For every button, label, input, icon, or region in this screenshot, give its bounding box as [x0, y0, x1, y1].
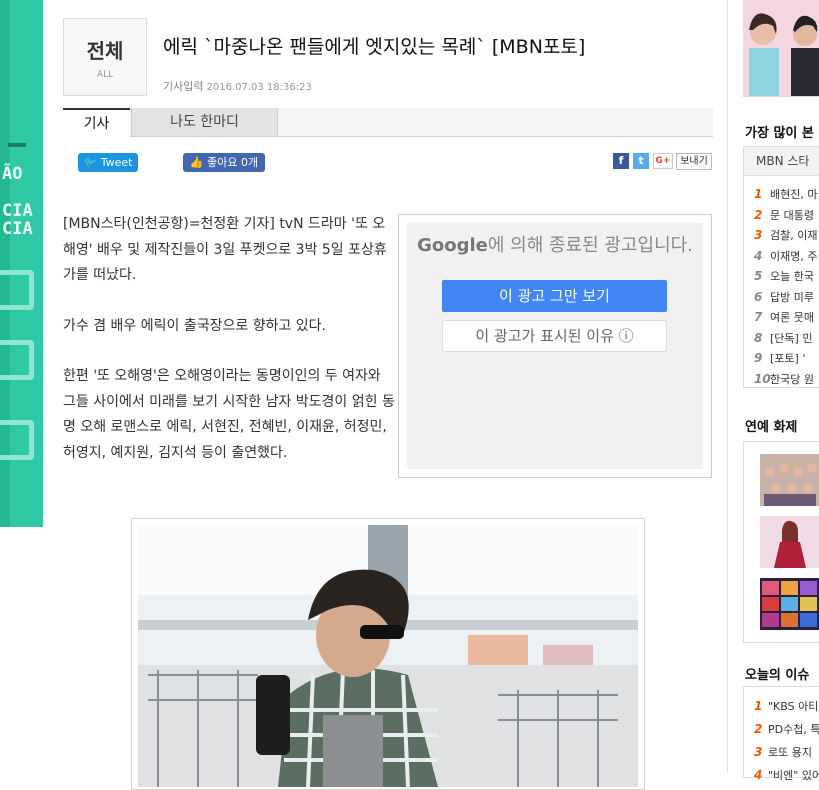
article-photo-frame: [131, 518, 645, 790]
list-item[interactable]: 4 이재명, 주: [754, 246, 817, 267]
entertainment-thumb[interactable]: [760, 578, 819, 630]
list-item[interactable]: 10한국당 원: [754, 369, 817, 390]
like-label: 좋아요 0개: [207, 156, 259, 169]
today-issue-box: 1 "KBS 아티 2 PD수첩, 특 3 로또 용지 4 "비엔" 있어: [743, 686, 819, 782]
send-button[interactable]: 보내기: [676, 153, 712, 170]
article-dateline: 기사입력 2016.07.03 18:36:23: [163, 78, 312, 94]
entertainment-thumb[interactable]: [760, 454, 819, 506]
article-body: [MBN스타(인천공항)=천정환 기자] tvN 드라마 '또 오해영' 배우 …: [63, 212, 398, 491]
article-photo: [138, 525, 638, 787]
ad-box: Google에 의해 종료된 광고입니다. 이 광고 그만 보기 이 광고가 표…: [398, 214, 712, 478]
article-paragraph: 가수 겸 배우 에릭이 출국장으로 향하고 있다.: [63, 317, 326, 334]
banner-text: CIA: [2, 201, 33, 221]
list-item[interactable]: 8 [단독] 민: [754, 328, 817, 349]
cross-icon: [0, 420, 34, 460]
twitter-bird-icon: 🐦: [83, 156, 98, 169]
today-issue-title: 오늘의 이슈: [745, 668, 810, 683]
list-item[interactable]: 2문 대통령: [754, 205, 817, 226]
cross-icon: [0, 340, 34, 380]
entertainment-thumb[interactable]: [760, 516, 819, 568]
article-header: 전체 ALL 에릭 `마중나온 팬들에게 엣지있는 목례` [MBN포토] 기사…: [63, 18, 713, 98]
google-plus-icon[interactable]: G+: [653, 153, 673, 169]
most-viewed-box: MBN 스타 1 배현진, 마 2문 대통령 3 검찰, 이재 4 이재명, 주 5오…: [743, 146, 819, 388]
most-viewed-title: 가장 많이 본 뉴: [745, 126, 819, 141]
stop-ad-button[interactable]: 이 광고 그만 보기: [442, 280, 667, 312]
google-logo: Google: [417, 235, 488, 256]
anchors-photo-illustration: [743, 0, 819, 96]
banner-text: ÃO: [2, 164, 23, 184]
date-value: 2016.07.03 18:36:23: [206, 82, 312, 93]
list-item[interactable]: 7 여론 뭇매: [754, 307, 817, 328]
banner-dash: [8, 143, 26, 147]
list-item[interactable]: 3 로또 용지: [754, 741, 819, 764]
column-divider: [727, 0, 728, 773]
airport-photo-illustration: [138, 525, 638, 787]
entertainment-box: [743, 441, 819, 643]
article-paragraph: [MBN스타(인천공항)=천정환 기자] tvN 드라마 '또 오해영' 배우 …: [63, 216, 387, 283]
list-item[interactable]: 1 "KBS 아티: [754, 695, 819, 718]
article-paragraph: 한편 '또 오해영'은 오해영이라는 동명이인의 두 여자와 그들 사이에서 미…: [63, 368, 395, 461]
cross-icon: [0, 270, 34, 310]
list-item[interactable]: 9 [포토] ': [754, 348, 817, 369]
why-ad-button[interactable]: 이 광고가 표시된 이유 ⓘ: [442, 320, 667, 352]
category-korean: 전체: [86, 39, 124, 63]
list-item[interactable]: 3 검찰, 이재: [754, 225, 817, 246]
ad-inner: Google에 의해 종료된 광고입니다. 이 광고 그만 보기 이 광고가 표…: [407, 223, 703, 469]
twitter-icon[interactable]: t: [633, 153, 649, 169]
list-item[interactable]: 1 배현진, 마: [754, 184, 817, 205]
list-item[interactable]: 2 PD수첩, 특: [754, 718, 819, 741]
facebook-icon[interactable]: f: [613, 153, 629, 169]
most-viewed-list: 1 배현진, 마 2문 대통령 3 검찰, 이재 4 이재명, 주 5 오늘 한국 6답…: [754, 184, 817, 389]
entertainment-title: 연예 화제: [745, 420, 798, 435]
tab-comments[interactable]: 나도 한마디: [131, 108, 278, 136]
list-item[interactable]: 6 답방 미루: [754, 287, 817, 308]
today-issue-list: 1 "KBS 아티 2 PD수첩, 특 3 로또 용지 4 "비엔" 있어: [754, 695, 819, 787]
tweet-label: Tweet: [100, 156, 133, 169]
tweet-button[interactable]: 🐦 Tweet: [78, 153, 138, 172]
category-box: 전체 ALL: [63, 18, 147, 96]
category-english: ALL: [96, 70, 114, 80]
sidebar-promo-image[interactable]: [743, 0, 819, 97]
tab-mbn-star[interactable]: MBN 스타: [744, 147, 819, 176]
list-item[interactable]: 4 "비엔" 있어: [754, 764, 819, 787]
article-tabs: 기사 나도 한마디: [63, 108, 713, 137]
list-item[interactable]: 5 오늘 한국: [754, 266, 817, 287]
article-headline: 에릭 `마중나온 팬들에게 엣지있는 목례` [MBN포토]: [163, 36, 586, 58]
left-side-banner[interactable]: ÃO CIA CIA: [0, 0, 43, 527]
facebook-like-button[interactable]: 👍 좋아요 0개: [183, 153, 265, 172]
ad-closed-message: Google에 의해 종료된 광고입니다.: [407, 233, 703, 259]
tab-article[interactable]: 기사: [63, 108, 130, 137]
ad-closed-text: 에 의해 종료된 광고입니다.: [487, 235, 693, 256]
thumbs-up-icon: 👍: [189, 156, 204, 169]
banner-text: CIA: [2, 219, 33, 239]
date-label: 기사입력: [163, 80, 204, 93]
